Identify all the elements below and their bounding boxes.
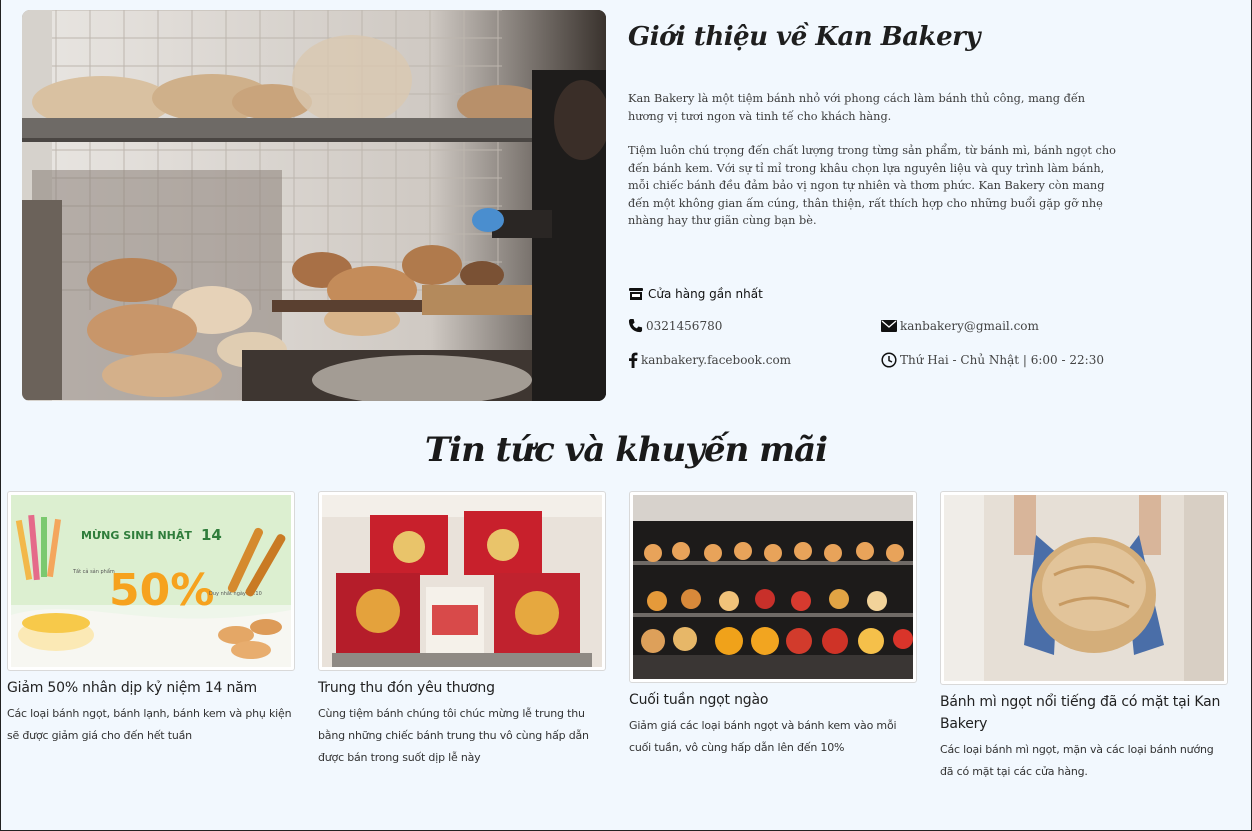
pastry-display-image[interactable] <box>629 491 917 683</box>
news-card-title[interactable]: Bánh mì ngọt nổi tiếng đã có mặt tại Kan… <box>940 691 1228 735</box>
facebook-icon <box>629 352 638 368</box>
opening-hours: Thứ Hai - Chủ Nhật | 6:00 - 22:30 <box>881 352 1104 368</box>
facebook-link: kanbakery.facebook.com <box>641 353 792 367</box>
bakery-hero-photo <box>22 10 606 401</box>
news-card[interactable]: Cuối tuần ngọt ngào Giảm giá các loại bá… <box>629 491 917 759</box>
news-card-description: Cùng tiệm bánh chúng tôi chúc mừng lễ tr… <box>318 707 589 764</box>
news-card-description: Các loại bánh mì ngọt, mặn và các loại b… <box>940 743 1214 778</box>
about-paragraph-2: Tiệm luôn chú trọng đến chất lượng trong… <box>628 144 1116 227</box>
banner-percent-text: 50% <box>109 565 214 616</box>
about-section: Giới thiệu về Kan Bakery Kan Bakery là m… <box>628 22 1228 230</box>
store-icon <box>629 288 643 300</box>
banner-heading-text: MỪNG SINH NHẬT <box>81 529 192 542</box>
phone-contact[interactable]: 0321456780 <box>628 318 722 333</box>
envelope-icon <box>881 320 897 332</box>
banner-number-text: 14 <box>201 526 222 544</box>
news-card-title[interactable]: Cuối tuần ngọt ngào <box>629 689 917 711</box>
promo-banner-image[interactable]: MỪNG SINH NHẬT 14 Tất cả sản phẩm 50% Du… <box>7 491 295 671</box>
facebook-contact[interactable]: kanbakery.facebook.com <box>628 352 791 368</box>
news-section-title: Tin tức và khuyến mãi <box>424 430 828 470</box>
sweet-bread-image[interactable] <box>940 491 1228 685</box>
nearest-store-heading: Cửa hàng gần nhất <box>628 287 763 301</box>
email-address: kanbakery@gmail.com <box>900 319 1039 333</box>
store-heading-label: Cửa hàng gần nhất <box>648 287 763 301</box>
news-card-description: Các loại bánh ngọt, bánh lạnh, bánh kem … <box>7 707 292 742</box>
mooncake-image[interactable] <box>318 491 606 671</box>
news-card[interactable]: Bánh mì ngọt nổi tiếng đã có mặt tại Kan… <box>940 491 1228 783</box>
email-contact[interactable]: kanbakery@gmail.com <box>881 319 1039 333</box>
clock-icon <box>881 352 897 368</box>
about-paragraph-1: Kan Bakery là một tiệm bánh nhỏ với phon… <box>628 92 1086 123</box>
news-card[interactable]: MỪNG SINH NHẬT 14 Tất cả sản phẩm 50% Du… <box>7 491 295 747</box>
news-card-description: Giảm giá các loại bánh ngọt và bánh kem … <box>629 719 897 754</box>
about-title: Giới thiệu về Kan Bakery <box>628 22 980 52</box>
phone-icon <box>628 318 643 333</box>
news-card-title[interactable]: Giảm 50% nhân dịp kỷ niệm 14 năm <box>7 677 295 699</box>
hours-text: Thứ Hai - Chủ Nhật | 6:00 - 22:30 <box>900 353 1104 367</box>
news-card-title[interactable]: Trung thu đón yêu thương <box>318 677 606 699</box>
news-card[interactable]: Trung thu đón yêu thương Cùng tiệm bánh … <box>318 491 606 769</box>
phone-number: 0321456780 <box>646 318 723 333</box>
